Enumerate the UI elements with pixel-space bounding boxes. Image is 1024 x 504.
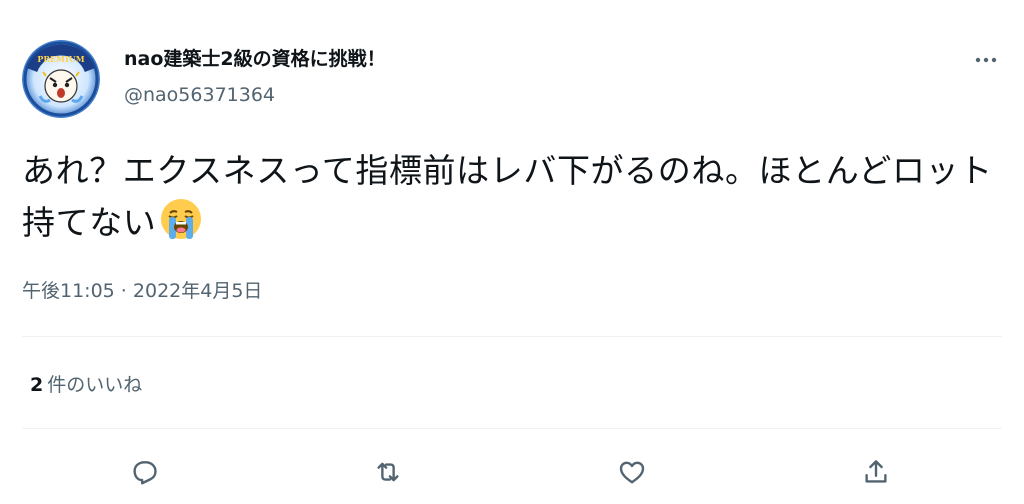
reply-icon bbox=[133, 461, 157, 485]
tweet-card: PREMIUM nao建築士2級の資格に挑戦！ @nao56371364 あれ？… bbox=[0, 0, 1024, 504]
timestamp-separator: · bbox=[114, 280, 133, 302]
loudly-crying-face-icon bbox=[158, 196, 204, 242]
like-button[interactable] bbox=[610, 450, 654, 494]
likes-count: 2 bbox=[30, 374, 44, 396]
tweet-text: あれ？エクスネスって指標前はレバ下がるのね。ほとんどロット持てない bbox=[22, 146, 997, 248]
avatar[interactable]: PREMIUM bbox=[22, 40, 100, 118]
share-button[interactable] bbox=[854, 450, 898, 494]
reply-button[interactable] bbox=[122, 450, 166, 494]
avatar-badge-text: PREMIUM bbox=[37, 54, 84, 64]
tweet-time[interactable]: 午後11:05 bbox=[22, 280, 115, 302]
tweet-date[interactable]: 2022年4月5日 bbox=[133, 280, 263, 302]
retweet-icon bbox=[377, 462, 399, 482]
author-name[interactable]: nao建築士2級の資格に挑戦！ bbox=[124, 46, 386, 72]
divider bbox=[22, 336, 1002, 337]
divider bbox=[22, 428, 1002, 429]
more-dots-icon bbox=[975, 57, 997, 63]
more-options-button[interactable] bbox=[966, 48, 1006, 72]
retweet-button[interactable] bbox=[366, 450, 410, 494]
tweet-timestamp[interactable]: 午後11:05 · 2022年4月5日 bbox=[22, 278, 262, 304]
heart-icon bbox=[619, 461, 645, 484]
avatar-image: PREMIUM bbox=[22, 40, 100, 118]
likes-link[interactable]: 2 件のいいね bbox=[30, 372, 142, 398]
likes-label: 件のいいね bbox=[47, 374, 143, 396]
share-icon bbox=[865, 460, 887, 483]
author-handle[interactable]: @nao56371364 bbox=[124, 82, 275, 108]
